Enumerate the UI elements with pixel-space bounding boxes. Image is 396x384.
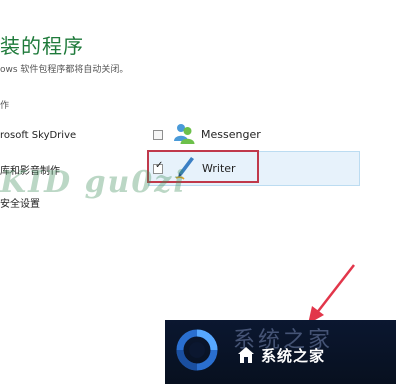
brand-banner: 系统之家 系统之家 [165, 320, 396, 384]
red-arrow-icon [308, 264, 355, 324]
program-item-skydrive[interactable]: rosoft SkyDrive [0, 130, 76, 141]
messenger-checkbox[interactable] [153, 130, 163, 140]
page-subtitle: ows 软件包程序都将自动关闭。 [0, 65, 129, 75]
page-title: 装的程序 [0, 34, 84, 58]
messenger-icon [174, 124, 195, 144]
messenger-label: Messenger [201, 128, 261, 141]
house-icon [238, 347, 254, 363]
brand-name: 系统之家 [261, 347, 326, 365]
section-label: 作 [0, 101, 10, 111]
program-row-messenger[interactable]: Messenger [148, 120, 358, 150]
watermark-text: KID gu0zi [0, 165, 187, 200]
brand-ring-logo [176, 329, 218, 371]
screenshot: 装的程序 ows 软件包程序都将自动关闭。 作 rosoft SkyDrive … [0, 0, 396, 384]
